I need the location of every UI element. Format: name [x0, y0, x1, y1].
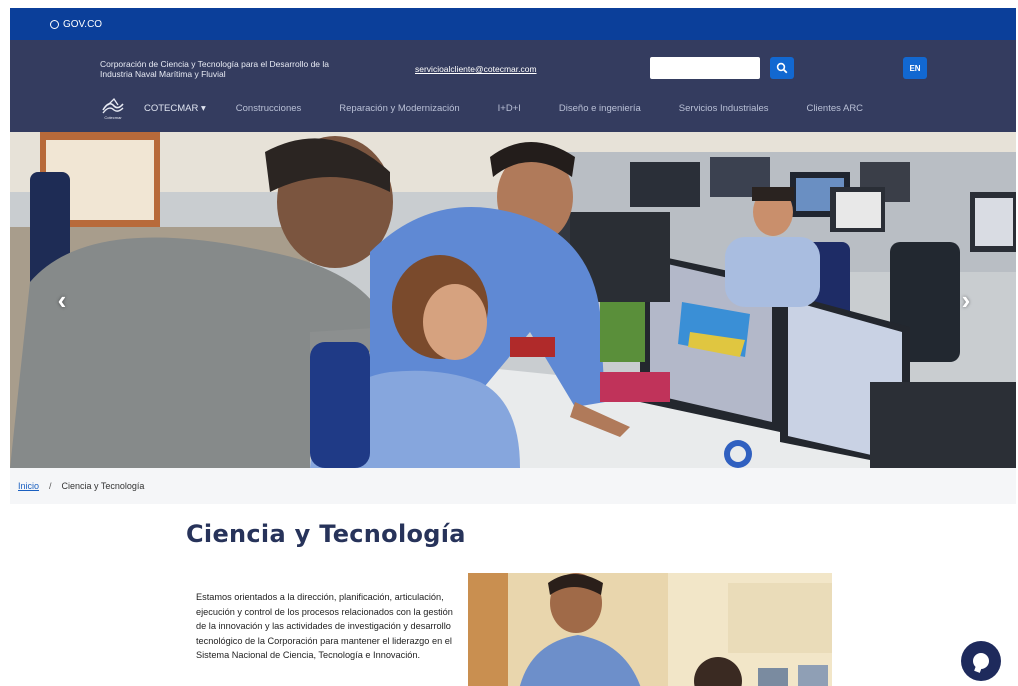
search-input[interactable]: [650, 57, 760, 79]
gov-link[interactable]: GOV.CO: [63, 19, 102, 30]
nav-item-cotecmar[interactable]: COTECMAR ▾: [144, 103, 206, 114]
globe-icon: [50, 19, 59, 29]
chat-button[interactable]: [961, 641, 1001, 681]
language-button[interactable]: EN: [903, 57, 927, 79]
hero-carousel: ‹ ›: [10, 132, 1016, 468]
logo-caption: Cotecmar: [104, 115, 122, 120]
site-header: Corporación de Ciencia y Tecnología para…: [10, 40, 1016, 132]
breadcrumb-home-link[interactable]: Inicio: [18, 481, 39, 491]
nav-item-idi[interactable]: I+D+I: [498, 103, 521, 114]
email-link[interactable]: servicioalcliente@cotecmar.com: [415, 64, 537, 74]
nav-item-clientes-arc[interactable]: Clientes ARC: [807, 103, 864, 114]
search-button[interactable]: [770, 57, 794, 79]
page-title: Ciencia y Tecnología: [186, 520, 466, 548]
page: GOV.CO Corporación de Ciencia y Tecnolog…: [10, 8, 1016, 686]
gov-bar: GOV.CO: [10, 8, 1016, 40]
hero-image: [10, 132, 1016, 468]
nav-item-servicios[interactable]: Servicios Industriales: [679, 103, 769, 114]
search-icon: [776, 62, 788, 74]
breadcrumb-current: Ciencia y Tecnología: [61, 481, 145, 491]
org-name: Corporación de Ciencia y Tecnología para…: [100, 59, 330, 79]
breadcrumb: Inicio / Ciencia y Tecnología: [10, 468, 1016, 504]
main-nav: Cotecmar COTECMAR ▾ Construcciones Repar…: [100, 96, 901, 120]
carousel-prev-button[interactable]: ‹: [52, 287, 72, 313]
breadcrumb-separator: /: [49, 481, 52, 491]
cotecmar-logo-icon[interactable]: Cotecmar: [100, 96, 126, 120]
content-image: [468, 573, 832, 686]
intro-paragraph: Estamos orientados a la dirección, plani…: [196, 592, 453, 661]
nav-item-diseno[interactable]: Diseño e ingeniería: [559, 103, 641, 114]
nav-item-reparacion[interactable]: Reparación y Modernización: [339, 103, 459, 114]
carousel-next-button[interactable]: ›: [956, 287, 976, 313]
chat-bubble-icon: [973, 653, 989, 669]
nav-item-construcciones[interactable]: Construcciones: [236, 103, 301, 114]
